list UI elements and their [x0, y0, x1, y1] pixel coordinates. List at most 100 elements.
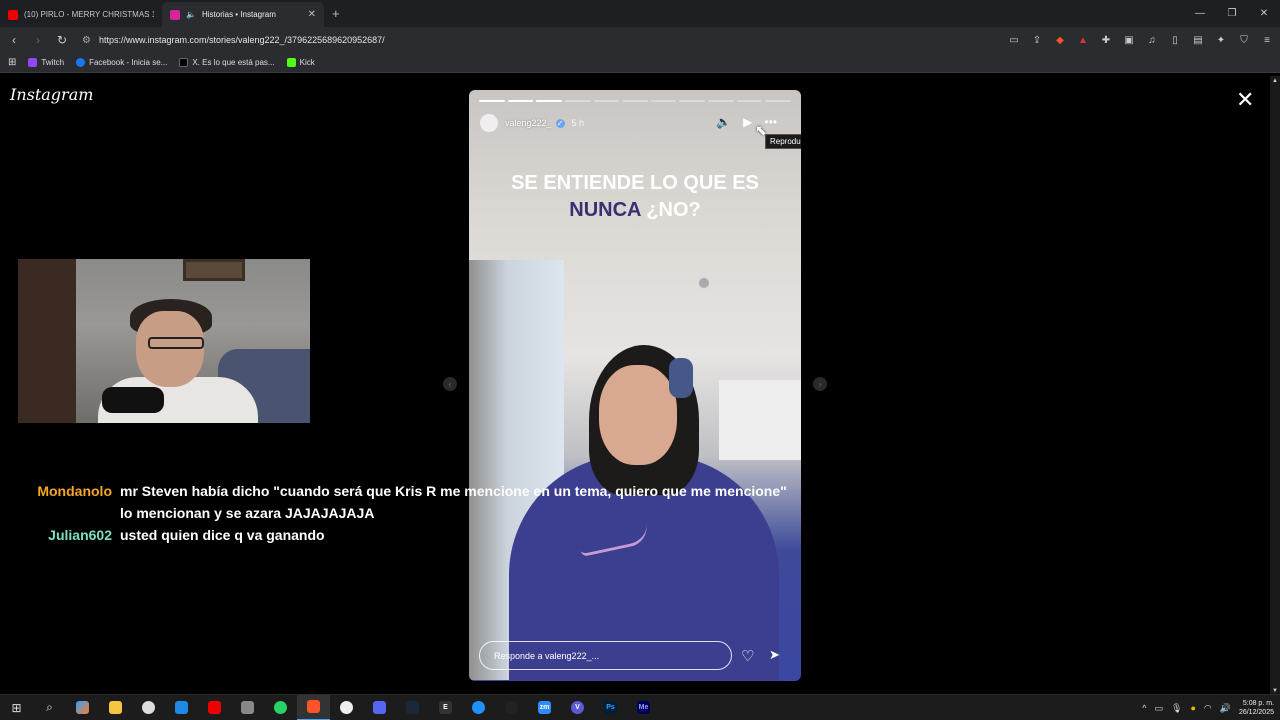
progress-segment: [736, 100, 763, 102]
bookmark-kick[interactable]: Kick: [286, 58, 315, 67]
clock-date: 26/12/2025: [1238, 709, 1274, 716]
back-icon[interactable]: ‹: [4, 33, 24, 47]
share-icon[interactable]: ⇪: [1030, 35, 1044, 46]
media-encoder-icon[interactable]: Me: [627, 695, 660, 720]
caption-highlight: NUNCA: [569, 199, 641, 221]
copilot-icon[interactable]: [66, 695, 99, 720]
extensions-icon[interactable]: ✚: [1099, 35, 1113, 46]
zoom-icon[interactable]: zm: [528, 695, 561, 720]
chrome-tray-icon[interactable]: ●: [1190, 703, 1195, 713]
file-explorer-icon[interactable]: [99, 695, 132, 720]
cast-icon[interactable]: ▭: [1007, 35, 1021, 46]
play-icon[interactable]: ▶: [743, 115, 752, 129]
bookmark-facebook[interactable]: Facebook - Inicia se...: [76, 58, 167, 67]
vivaldi-icon[interactable]: V: [561, 695, 594, 720]
previous-story-button[interactable]: ‹: [443, 377, 457, 391]
bookmark-twitch[interactable]: Twitch: [28, 58, 64, 67]
chat-message: Mondanolo mr Steven había dicho "cuando …: [0, 480, 787, 524]
app-icon[interactable]: [462, 695, 495, 720]
instagram-logo[interactable]: Instagram: [10, 85, 93, 104]
chat-text: lo mencionan y se azara JAJAJAJAJA: [120, 505, 375, 521]
photoshop-icon[interactable]: Ps: [594, 695, 627, 720]
screenshot-icon[interactable]: ▣: [1122, 35, 1136, 46]
wallet-icon[interactable]: ▤: [1191, 35, 1205, 46]
restore-button[interactable]: ❐: [1216, 0, 1248, 27]
heart-icon[interactable]: ♡: [741, 647, 754, 665]
url-field[interactable]: ⚙ https://www.instagram.com/stories/vale…: [82, 35, 385, 46]
chevron-up-icon[interactable]: ^: [1142, 703, 1146, 713]
tooltip: Reproducir: [765, 134, 801, 149]
mute-icon[interactable]: 🔈: [716, 115, 731, 129]
youtube-app-icon[interactable]: [198, 695, 231, 720]
brave-taskbar-icon[interactable]: [297, 694, 330, 720]
search-icon[interactable]: ⌕: [33, 695, 66, 720]
tab-close-icon[interactable]: ✕: [308, 9, 316, 20]
clock[interactable]: 5:08 p. m. 26/12/2025: [1239, 699, 1274, 717]
chat-text: mr Steven había dicho "cuando será que K…: [120, 483, 787, 499]
progress-segment: [564, 100, 591, 102]
store-icon[interactable]: [165, 695, 198, 720]
progress-segment: [765, 100, 792, 102]
progress-segment: [593, 100, 620, 102]
bookmark-x[interactable]: X. Es lo que está pas...: [179, 58, 275, 67]
microphone-icon[interactable]: 🎙: [1171, 703, 1182, 714]
media-icon[interactable]: ♫: [1145, 35, 1159, 46]
story-progress-bar: [479, 100, 792, 102]
leo-ai-icon[interactable]: ✦: [1214, 35, 1228, 46]
steam-icon[interactable]: [396, 695, 429, 720]
address-bar: ‹ › ↻ ⚙ https://www.instagram.com/storie…: [0, 27, 1280, 53]
site-settings-icon[interactable]: ⚙: [82, 35, 91, 46]
progress-segment: [650, 100, 677, 102]
tab-title: Historias • Instagram: [201, 10, 276, 19]
chatgpt-icon[interactable]: [495, 695, 528, 720]
network-icon[interactable]: ▭: [1154, 703, 1163, 714]
brave-rewards-icon[interactable]: ▲: [1076, 35, 1090, 46]
whatsapp-icon[interactable]: [264, 695, 297, 720]
brave-shields-icon[interactable]: ◆: [1053, 35, 1067, 46]
twitch-icon: [28, 58, 38, 67]
epic-games-icon[interactable]: E: [429, 695, 462, 720]
clock-time: 5:08 p. m.: [1242, 700, 1274, 707]
windows-taskbar: ⊞ ⌕ E zm V Ps Me ^ ▭ 🎙 ● ◠ 🔊 5:08 p. m. …: [0, 694, 1280, 720]
sidebar-icon[interactable]: ▯: [1168, 35, 1182, 46]
tab-youtube[interactable]: (10) PIRLO - MERRY CHRISTMAS 1 [F: [0, 2, 162, 27]
new-tab-button[interactable]: +: [332, 6, 340, 21]
forward-icon[interactable]: ›: [28, 33, 48, 47]
reload-icon[interactable]: ↻: [52, 33, 72, 47]
x-icon: [179, 58, 189, 67]
progress-segment: [679, 100, 706, 102]
tab-instagram[interactable]: 🔈 Historias • Instagram ✕: [162, 2, 324, 27]
obs-icon[interactable]: [330, 695, 363, 720]
youtube-icon: [8, 9, 18, 20]
story-caption: SE ENTIENDE LO QUE ES NUNCA ¿NO?: [469, 170, 801, 224]
menu-icon[interactable]: ≡: [1260, 35, 1274, 46]
page-scrollbar[interactable]: ▲ ▼: [1270, 76, 1280, 696]
minimize-button[interactable]: —: [1184, 0, 1216, 27]
volume-icon[interactable]: 🔊: [1220, 703, 1231, 714]
wifi-icon[interactable]: ◠: [1204, 703, 1212, 714]
reply-input[interactable]: Responde a valeng222_...: [479, 641, 732, 670]
instagram-page: Instagram ✕ ‹ › valeng222_ ✓ 5 h 🔈 ▶ •••…: [0, 76, 1270, 696]
bookmarks-bar: ⊞ Twitch Facebook - Inicia se... X. Es l…: [0, 53, 1280, 73]
next-story-button[interactable]: ›: [813, 377, 827, 391]
send-icon[interactable]: ➤: [769, 647, 780, 663]
close-window-button[interactable]: ✕: [1248, 0, 1280, 27]
facebook-icon: [76, 58, 86, 67]
progress-segment: [507, 100, 534, 102]
discord-icon[interactable]: [363, 695, 396, 720]
avatar[interactable]: [479, 113, 499, 133]
browser-icon[interactable]: [132, 695, 165, 720]
chat-message: Julian602 usted quien dice q va ganando: [0, 524, 787, 546]
window-controls: — ❐ ✕: [1184, 0, 1280, 27]
vpn-icon[interactable]: ⛉: [1237, 35, 1251, 46]
system-tray: ^ ▭ 🎙 ● ◠ 🔊 5:08 p. m. 26/12/2025: [1142, 695, 1274, 720]
story-viewer[interactable]: valeng222_ ✓ 5 h 🔈 ▶ ••• ⬉ Reproducir SE…: [469, 90, 801, 681]
windows-start-icon[interactable]: ⊞: [0, 695, 33, 720]
progress-segment: [622, 100, 648, 102]
app-icon[interactable]: [231, 695, 264, 720]
kick-icon: [286, 58, 296, 67]
close-story-button[interactable]: ✕: [1236, 89, 1254, 111]
apps-grid-icon[interactable]: ⊞: [8, 57, 16, 68]
story-username[interactable]: valeng222_: [505, 118, 552, 128]
scroll-up-icon[interactable]: ▲: [1270, 78, 1280, 84]
